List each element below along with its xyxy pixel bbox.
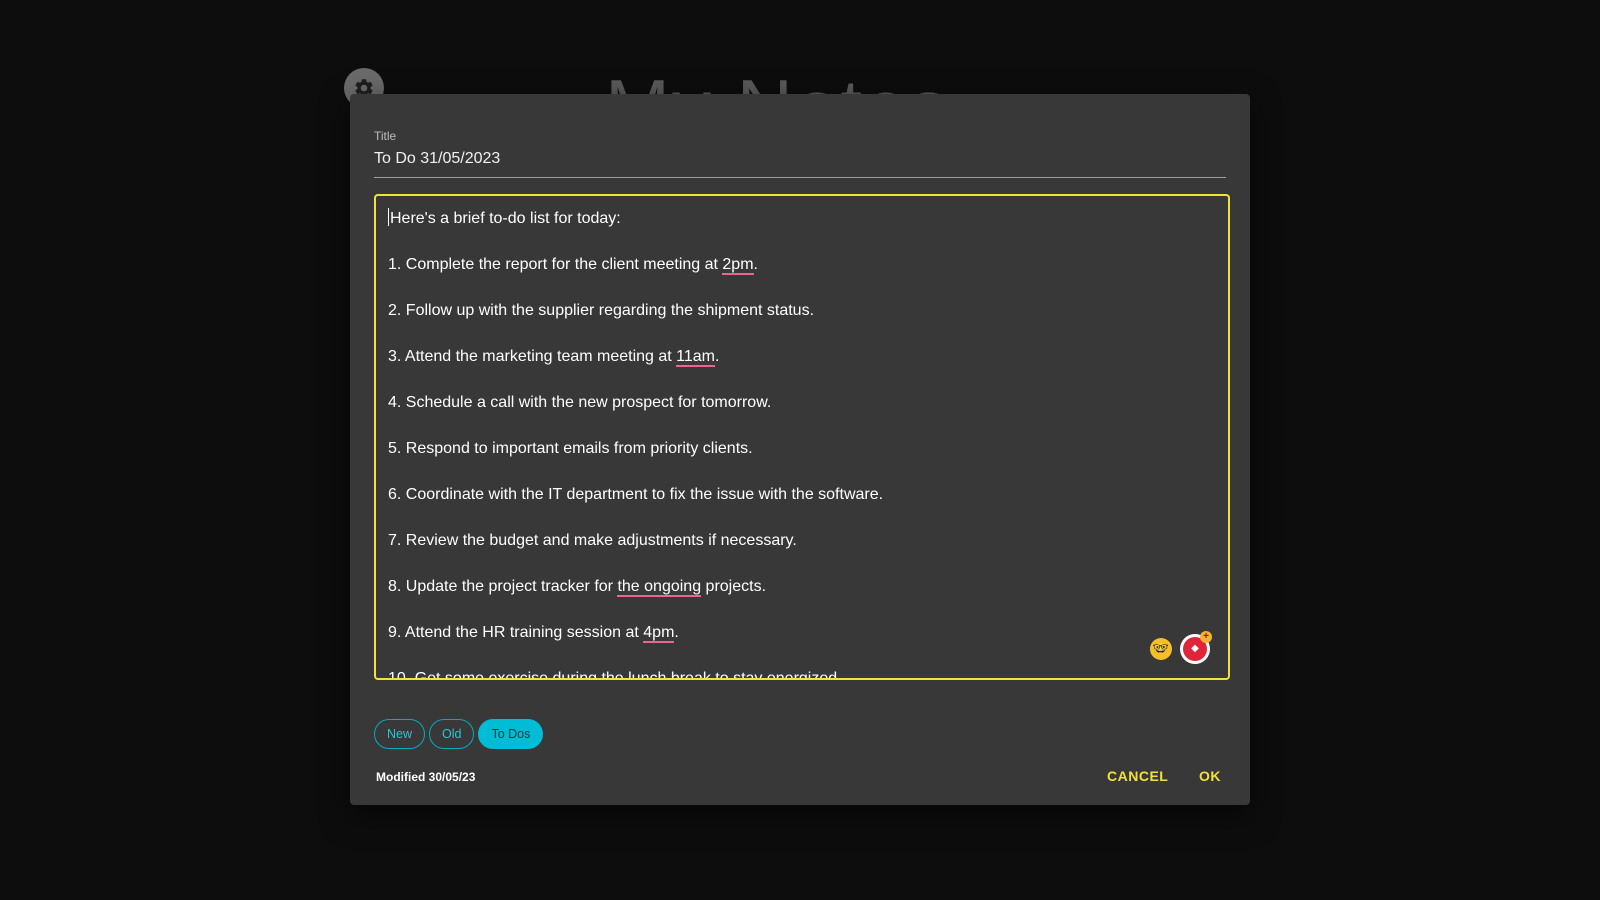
text-caret xyxy=(388,208,389,226)
spellcheck-flagged-word[interactable]: the ongoing xyxy=(617,578,702,597)
line-text: 7. Review the budget and make adjustment… xyxy=(388,532,797,549)
spellcheck-flagged-word[interactable]: 11am xyxy=(676,348,716,367)
note-body-textarea[interactable]: Here's a brief to-do list for today: 1. C… xyxy=(374,194,1230,680)
line-text: 9. Attend the HR training session at xyxy=(388,624,644,641)
line-text: 6. Coordinate with the IT department to … xyxy=(388,486,884,503)
line-text: 8. Update the project tracker for xyxy=(388,578,618,595)
line-text: Here's a brief to-do list for today: xyxy=(390,210,621,227)
line-text: 4. Schedule a call with the new prospect… xyxy=(388,394,772,411)
note-line: 3. Attend the marketing team meeting at … xyxy=(388,334,1214,380)
note-line: 5. Respond to important emails from prio… xyxy=(388,426,1214,472)
line-text: 3. Attend the marketing team meeting at xyxy=(388,348,677,365)
tag-chip-new[interactable]: New xyxy=(374,719,426,749)
plus-icon: + xyxy=(1200,631,1212,643)
tag-chip-old[interactable]: Old xyxy=(429,719,475,749)
title-label: Title xyxy=(374,129,397,143)
emoji-extension-icon[interactable]: 🤓 xyxy=(1150,638,1172,660)
line-text-suffix: projects. xyxy=(701,578,767,595)
tag-chip-to-dos[interactable]: To Dos xyxy=(478,719,544,749)
spellcheck-flagged-word[interactable]: 2pm xyxy=(722,256,754,275)
ok-button[interactable]: OK xyxy=(1199,768,1221,784)
title-input[interactable]: To Do 31/05/2023 xyxy=(374,147,1226,178)
tag-chips: New Old To Dos xyxy=(374,719,544,749)
note-line: 10. Get some exercise during the lunch b… xyxy=(388,656,1214,680)
note-line: 1. Complete the report for the client me… xyxy=(388,242,1214,288)
extension-icons: 🤓 ◆ + xyxy=(1150,631,1212,664)
line-text-suffix: . xyxy=(753,256,758,273)
line-text: 2. Follow up with the supplier regarding… xyxy=(388,302,815,319)
edit-note-dialog: Title To Do 31/05/2023 Here's a brief to… xyxy=(350,94,1250,805)
note-line: 4. Schedule a call with the new prospect… xyxy=(388,380,1214,426)
note-line: 9. Attend the HR training session at 4pm… xyxy=(388,610,1214,656)
grammar-checker-icon[interactable]: ◆ + xyxy=(1180,631,1212,664)
modified-date: Modified 30/05/23 xyxy=(376,770,476,784)
line-text-suffix: . xyxy=(674,624,679,641)
note-line: 2. Follow up with the supplier regarding… xyxy=(388,288,1214,334)
line-text: 1. Complete the report for the client me… xyxy=(388,256,723,273)
spellcheck-flagged-word[interactable]: 4pm xyxy=(643,624,675,643)
note-line: 6. Coordinate with the IT department to … xyxy=(388,472,1214,518)
note-line: 7. Review the budget and make adjustment… xyxy=(388,518,1214,564)
note-line: Here's a brief to-do list for today: xyxy=(388,196,1214,242)
line-text: 10. Get some exercise during the lunch b… xyxy=(388,670,842,680)
line-text-suffix: . xyxy=(715,348,720,365)
note-line: 8. Update the project tracker for the on… xyxy=(388,564,1214,610)
cancel-button[interactable]: CANCEL xyxy=(1107,768,1168,784)
line-text: 5. Respond to important emails from prio… xyxy=(388,440,753,457)
